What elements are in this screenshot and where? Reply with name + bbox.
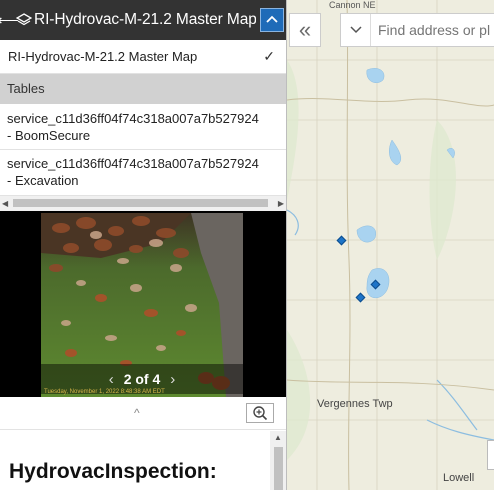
search-source-dropdown[interactable] (341, 14, 371, 46)
next-attachment-button[interactable]: › (170, 371, 175, 388)
map-label: Cannon NE (329, 0, 376, 10)
popup-toolbar: ^ (0, 397, 286, 430)
attachment-count: 2 of 4 (123, 371, 161, 387)
previous-attachment-button[interactable]: ‹ (109, 371, 114, 388)
table-list-item[interactable]: service_c11d36ff04f74c318a007a7b527924 -… (0, 150, 286, 196)
map-view[interactable]: Cannon NE « Vergennes Twp Lowell (287, 0, 494, 490)
map-label-lowell: Lowell (443, 472, 475, 484)
collapse-sidebar-button[interactable]: « (289, 13, 321, 47)
map-list-item[interactable]: RI-Hydrovac-M-21.2 Master Map ✓ (0, 40, 286, 74)
zoom-in-icon (253, 406, 268, 421)
search-input[interactable] (371, 22, 494, 38)
scrollbar-thumb[interactable] (274, 447, 283, 490)
table-subname: - BoomSecure (7, 128, 91, 143)
check-icon: ✓ (263, 48, 275, 64)
scroll-left-icon[interactable]: ◀ (2, 199, 8, 208)
vertical-scrollbar[interactable]: ▲ (270, 431, 286, 490)
panel-header: ⟵ RI-Hydrovac-M-21.2 Master Map (0, 0, 286, 40)
chevron-up-icon (266, 15, 278, 23)
table-name: service_c11d36ff04f74c318a007a7b527924 (7, 156, 259, 171)
table-name: service_c11d36ff04f74c318a007a7b527924 (7, 111, 259, 126)
zoom-to-button[interactable] (246, 403, 274, 423)
table-list-item[interactable]: service_c11d36ff04f74c318a007a7b527924 -… (0, 104, 286, 150)
app-root: ⟵ RI-Hydrovac-M-21.2 Master Map RI-Hydro… (0, 0, 494, 490)
search-box (340, 13, 494, 47)
attachment-viewer: ‹ 2 of 4 › Tuesday, November 1, 2022 8:4… (0, 211, 286, 397)
map-label-vergennes: Vergennes Twp (317, 398, 393, 410)
map-item-label: RI-Hydrovac-M-21.2 Master Map (8, 49, 198, 64)
basemap (287, 0, 494, 490)
map-title: RI-Hydrovac-M-21.2 Master Map (34, 11, 256, 28)
popup-title: HydrovacInspection: (9, 460, 217, 483)
expand-caret-icon[interactable]: ^ (134, 406, 140, 420)
side-panel: ⟵ RI-Hydrovac-M-21.2 Master Map RI-Hydro… (0, 0, 287, 490)
back-arrow-icon[interactable]: ⟵ (0, 0, 19, 40)
map-side-control[interactable] (487, 440, 494, 470)
photo-timestamp: Tuesday, November 1, 2022 8:48:38 AM EDT (44, 389, 165, 395)
scroll-right-icon[interactable]: ▶ (278, 199, 284, 208)
collapse-panel-button[interactable] (260, 8, 284, 32)
chevron-down-icon (349, 26, 362, 34)
layers-icon (15, 0, 33, 40)
table-subname: - Excavation (7, 173, 79, 188)
tables-section-header: Tables (0, 74, 286, 104)
horizontal-scrollbar[interactable]: ◀ ▶ (0, 196, 286, 211)
scroll-up-icon[interactable]: ▲ (274, 433, 282, 442)
scrollbar-thumb[interactable] (13, 199, 268, 207)
